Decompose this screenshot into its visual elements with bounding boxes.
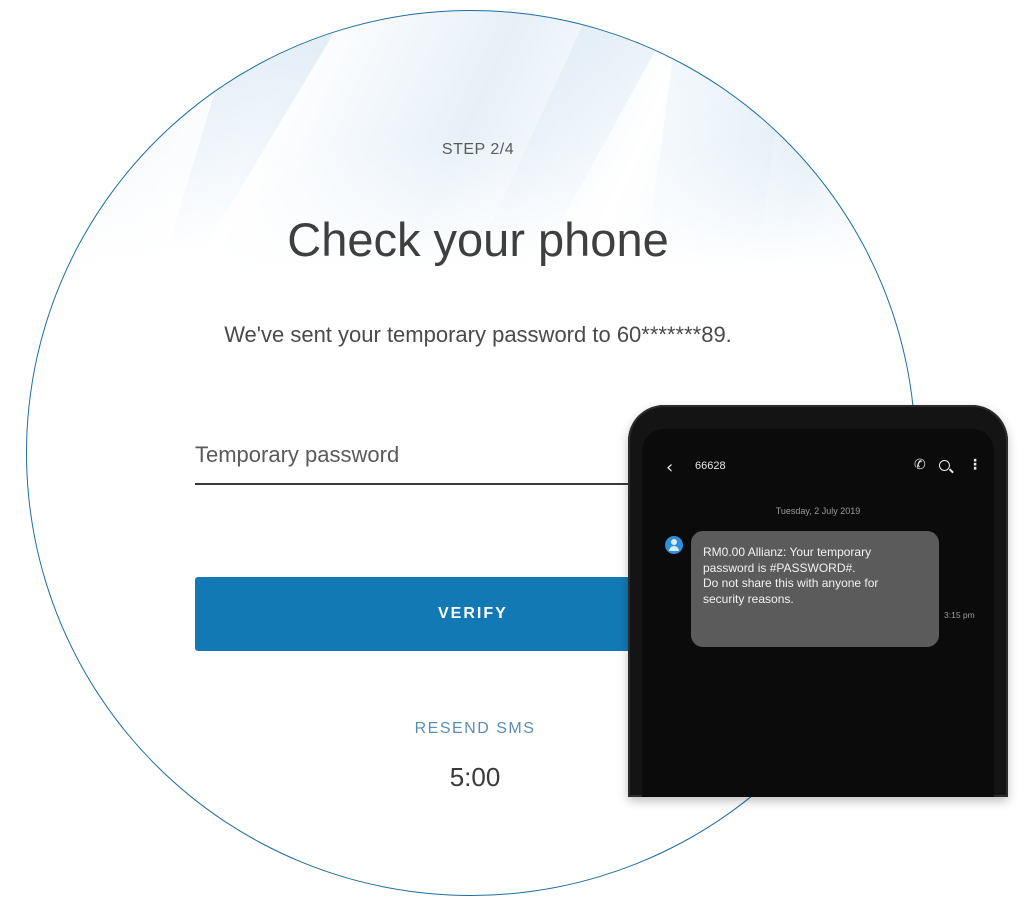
sms-message-bubble: RM0.00 Allianz: Your temporary password … bbox=[691, 531, 939, 647]
sms-message-line: Do not share this with anyone for bbox=[703, 576, 879, 590]
search-icon bbox=[939, 460, 950, 471]
phone-screen: ‹ 66628 ✆ ⋮ Tuesday, 2 July 2019 RM0.00 … bbox=[642, 429, 994, 797]
step-indicator: STEP 2/4 bbox=[441, 141, 515, 158]
chevron-left-icon: ‹ bbox=[666, 457, 674, 478]
sms-app-header: ‹ 66628 ✆ ⋮ bbox=[642, 455, 994, 481]
stage: STEP 2/4 Check your phone We've sent you… bbox=[0, 0, 1020, 902]
page-title: Check your phone bbox=[287, 213, 669, 266]
phone-side-button bbox=[628, 495, 629, 535]
more-vertical-icon: ⋮ bbox=[968, 457, 982, 473]
phone-mockup: ‹ 66628 ✆ ⋮ Tuesday, 2 July 2019 RM0.00 … bbox=[628, 405, 1008, 797]
resend-sms-link[interactable]: RESEND SMS bbox=[370, 720, 580, 738]
phone-icon: ✆ bbox=[914, 457, 926, 473]
sms-message-line: password is #PASSWORD#. bbox=[703, 560, 856, 575]
sms-time: 3:15 pm bbox=[944, 610, 975, 620]
sms-message-line: RM0.00 Allianz: Your temporary bbox=[703, 545, 872, 559]
sms-message-line: security reasons. bbox=[703, 591, 794, 606]
sms-sender: 66628 bbox=[695, 460, 726, 472]
temporary-password-input[interactable] bbox=[195, 435, 665, 485]
countdown-timer: 5:00 bbox=[449, 762, 501, 792]
sms-date: Tuesday, 2 July 2019 bbox=[775, 506, 861, 516]
page-subtitle: We've sent your temporary password to 60… bbox=[224, 322, 732, 347]
avatar-icon bbox=[665, 536, 683, 554]
